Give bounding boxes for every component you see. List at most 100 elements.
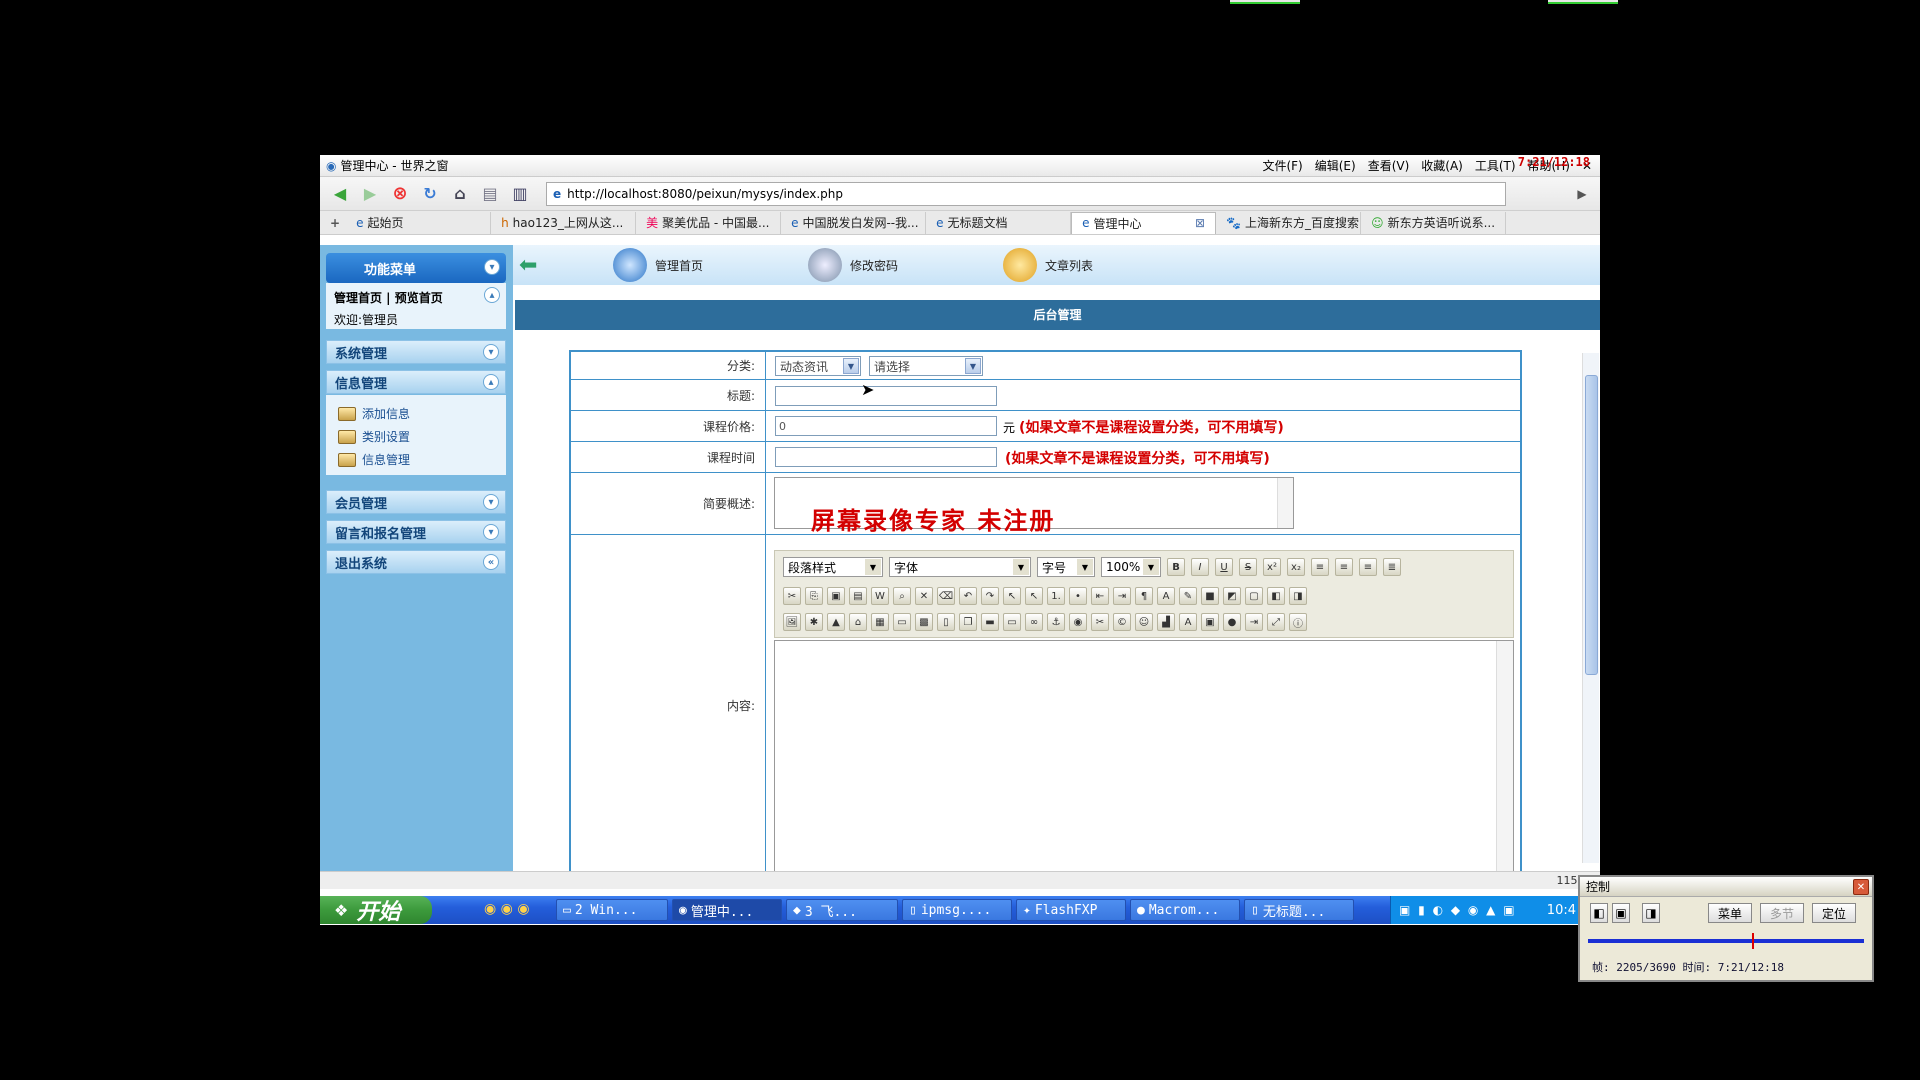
strike-icon[interactable]: S	[1239, 558, 1257, 576]
favorites-icon[interactable]: ▥	[508, 182, 532, 206]
nav-admin-home[interactable]: 管理首页	[613, 248, 703, 282]
page-scrollbar[interactable]	[1582, 353, 1599, 863]
task-untitled[interactable]: ▯ 无标题...	[1244, 899, 1354, 921]
stop-button[interactable]: ▣	[1612, 903, 1630, 923]
layer-icon[interactable]: ◧	[1267, 587, 1285, 605]
submit-icon[interactable]: ▬	[981, 613, 999, 631]
paragraph-icon[interactable]: ¶	[1135, 587, 1153, 605]
task-admin[interactable]: ◉ 管理中...	[672, 899, 782, 921]
address-bar[interactable]: e http://localhost:8080/peixun/mysys/ind…	[546, 181, 1506, 206]
link-icon[interactable]: ∞	[1025, 613, 1043, 631]
underline-icon[interactable]: U	[1215, 558, 1233, 576]
input-icon[interactable]: ▭	[1003, 613, 1021, 631]
tab-neworiental[interactable]: ☺ 新东方英语听说系...	[1361, 211, 1507, 234]
menu-tools[interactable]: 工具(T)	[1475, 157, 1516, 174]
row-icon[interactable]: ▭	[893, 613, 911, 631]
special-char-icon[interactable]: ©	[1113, 613, 1131, 631]
prev-frame-button[interactable]: ◧	[1590, 903, 1608, 923]
scrollbar-thumb[interactable]	[1585, 375, 1598, 675]
select-icon[interactable]: ↖	[1003, 587, 1021, 605]
copy-icon[interactable]: ⎘	[805, 587, 823, 605]
sidebar-links[interactable]: 管理首页 | 预览首页	[334, 289, 443, 306]
menu-file[interactable]: 文件(F)	[1262, 157, 1302, 174]
paste-word-icon[interactable]: W	[871, 587, 889, 605]
bg-color-icon[interactable]: ■	[1201, 587, 1219, 605]
zoom-select[interactable]: 100% ▼	[1101, 557, 1161, 577]
font-select[interactable]: 字体 ▼	[889, 557, 1031, 577]
maximize-icon[interactable]: ⤢	[1267, 613, 1285, 631]
flash-icon[interactable]: ✱	[805, 613, 823, 631]
tab-baidu[interactable]: 🐾 上海新东方_百度搜索	[1216, 211, 1362, 234]
tab-hao123[interactable]: h hao123_上网从这...	[491, 211, 637, 234]
new-tab-icon[interactable]: +	[324, 216, 346, 230]
eraser-icon[interactable]: ⌫	[937, 587, 955, 605]
chart-icon[interactable]: ▟	[1157, 613, 1175, 631]
copy-page-icon[interactable]: ❐	[959, 613, 977, 631]
slider-thumb[interactable]	[1752, 933, 1754, 949]
image-icon[interactable]: 🖼	[783, 613, 801, 631]
home-insert-icon[interactable]: ⌂	[849, 613, 867, 631]
record-icon[interactable]: ●	[1223, 613, 1241, 631]
fill-icon[interactable]: ◩	[1223, 587, 1241, 605]
ordered-list-icon[interactable]: 1.	[1047, 587, 1065, 605]
task-windows[interactable]: ▭ 2 Win...	[556, 899, 668, 921]
bold-icon[interactable]: B	[1167, 558, 1185, 576]
editor-scrollbar[interactable]	[1496, 641, 1513, 874]
subscript-icon[interactable]: x₂	[1287, 558, 1305, 576]
forward-icon[interactable]: ▶	[358, 182, 382, 206]
chevron-up-icon[interactable]: ▴	[484, 287, 500, 303]
layers-icon[interactable]: ◨	[1289, 587, 1307, 605]
go-icon[interactable]: ▶	[1570, 182, 1594, 206]
refresh-icon[interactable]: ↻	[418, 182, 442, 206]
align-right-icon[interactable]: ≡	[1359, 558, 1377, 576]
sidebar-item-logout[interactable]: 退出系统 «	[326, 550, 506, 574]
document-icon[interactable]: ▣	[1201, 613, 1219, 631]
paste-icon[interactable]: ▣	[827, 587, 845, 605]
map-icon[interactable]: ◉	[1069, 613, 1087, 631]
sidebar-item-add-info[interactable]: 添加信息	[338, 405, 410, 422]
task-macromedia[interactable]: ● Macrom...	[1130, 899, 1240, 921]
home-icon[interactable]: ⌂	[448, 182, 472, 206]
subcategory-select[interactable]: 请选择 ▼	[869, 356, 983, 376]
nav-article-list[interactable]: 文章列表	[1003, 248, 1093, 282]
close-icon[interactable]: ✕	[1853, 879, 1869, 895]
align-left-icon[interactable]: ≡	[1311, 558, 1329, 576]
text-color-icon[interactable]: A	[1157, 587, 1175, 605]
info-icon[interactable]: ⓘ	[1289, 613, 1307, 631]
indent-icon[interactable]: ⇥	[1113, 587, 1131, 605]
stop-icon[interactable]: ⊗	[388, 182, 412, 206]
cut-icon[interactable]: ✂	[783, 587, 801, 605]
unlink-icon[interactable]: ✂	[1091, 613, 1109, 631]
price-input[interactable]: 0	[775, 416, 997, 436]
undo-icon[interactable]: ↶	[959, 587, 977, 605]
title-input[interactable]	[775, 386, 997, 406]
pointer-icon[interactable]: ↖	[1025, 587, 1043, 605]
back-arrow-icon[interactable]: ⬅	[519, 253, 537, 278]
para-style-select[interactable]: 段落样式 ▼	[783, 557, 883, 577]
grid-icon[interactable]: ▩	[915, 613, 933, 631]
content-editor[interactable]	[774, 640, 1514, 875]
print-icon[interactable]: ▤	[478, 182, 502, 206]
tab-untitled[interactable]: e 无标题文档	[926, 211, 1072, 234]
tab-start[interactable]: e 起始页	[346, 211, 492, 234]
next-frame-button[interactable]: ◨	[1642, 903, 1660, 923]
highlight-icon[interactable]: ✎	[1179, 587, 1197, 605]
progress-slider[interactable]	[1588, 933, 1864, 949]
sidebar-item-category[interactable]: 类别设置	[338, 428, 410, 445]
sidebar-item-messages[interactable]: 留言和报名管理 ▾	[326, 520, 506, 544]
tab-jumei[interactable]: 美聚美优品 - 中国最...	[636, 211, 782, 234]
quicklaunch-icons[interactable]: ◉ ◉ ◉	[484, 901, 530, 917]
media-icon[interactable]: ▲	[827, 613, 845, 631]
tab-admin[interactable]: e 管理中心 ⊠	[1071, 211, 1217, 234]
locate-button[interactable]: 定位	[1812, 903, 1856, 923]
frame-icon[interactable]: ▢	[1245, 587, 1263, 605]
multi-section-button[interactable]: 多节	[1760, 903, 1804, 923]
align-center-icon[interactable]: ≡	[1335, 558, 1353, 576]
anchor-icon[interactable]: ⚓	[1047, 613, 1065, 631]
emoticon-icon[interactable]: ☺	[1135, 613, 1153, 631]
delete-icon[interactable]: ✕	[915, 587, 933, 605]
menu-edit[interactable]: 编辑(E)	[1315, 157, 1356, 174]
start-button[interactable]: ❖ 开始	[320, 896, 432, 925]
page-icon[interactable]: ▯	[937, 613, 955, 631]
nav-change-password[interactable]: 修改密码	[808, 248, 898, 282]
